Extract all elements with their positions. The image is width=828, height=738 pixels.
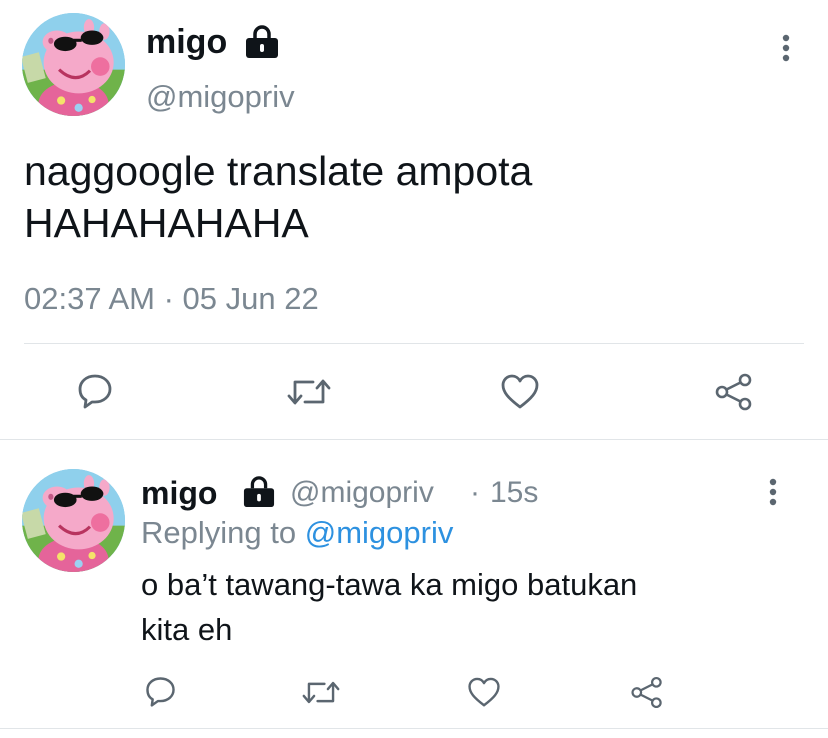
- divider: [24, 343, 804, 344]
- divider: [0, 439, 828, 440]
- share-button[interactable]: [713, 372, 755, 412]
- reply-button[interactable]: [73, 371, 117, 411]
- share-button[interactable]: [629, 674, 665, 710]
- meta-separator: ·: [470, 476, 480, 509]
- author-name[interactable]: migo: [146, 22, 227, 62]
- replying-to: Replying to @migopriv: [141, 514, 453, 552]
- retweet-button[interactable]: [301, 674, 341, 710]
- reply-text-line-2: kita eh: [141, 612, 233, 647]
- heart-icon: [467, 677, 501, 708]
- replying-to-label: Replying to: [141, 515, 297, 550]
- reply-icon: [76, 372, 114, 410]
- retweet-icon: [302, 677, 340, 708]
- reply-time-ago[interactable]: 15s: [490, 474, 538, 512]
- avatar[interactable]: [22, 13, 125, 116]
- tweet-timestamp[interactable]: 02:37 AM · 05 Jun 22: [24, 280, 319, 318]
- tweet-text-line-1: naggoogle translate ampota: [24, 148, 533, 194]
- reply-button[interactable]: [142, 673, 178, 709]
- more-options-icon[interactable]: [765, 477, 781, 507]
- lock-icon: [242, 476, 276, 508]
- lock-icon: [244, 25, 280, 59]
- like-button[interactable]: [466, 674, 502, 710]
- like-button[interactable]: [499, 372, 541, 412]
- share-icon: [630, 676, 664, 709]
- divider: [0, 728, 828, 729]
- more-options-icon[interactable]: [778, 33, 794, 63]
- retweet-icon: [287, 374, 331, 410]
- retweet-button[interactable]: [286, 372, 332, 412]
- heart-icon: [500, 374, 540, 410]
- reply-icon: [144, 675, 177, 708]
- reply-text-line-1: o ba’t tawang-tawa ka migo batukan: [141, 567, 638, 602]
- tweet-text-line-2: HAHAHAHAHA: [24, 200, 309, 246]
- replying-to-handle-link[interactable]: @migopriv: [305, 515, 454, 550]
- reply-author-handle[interactable]: @migopriv: [290, 474, 434, 512]
- share-icon: [714, 373, 754, 411]
- author-handle[interactable]: @migopriv: [146, 78, 295, 116]
- reply-author-name[interactable]: migo: [141, 474, 217, 512]
- reply-avatar[interactable]: [22, 469, 125, 572]
